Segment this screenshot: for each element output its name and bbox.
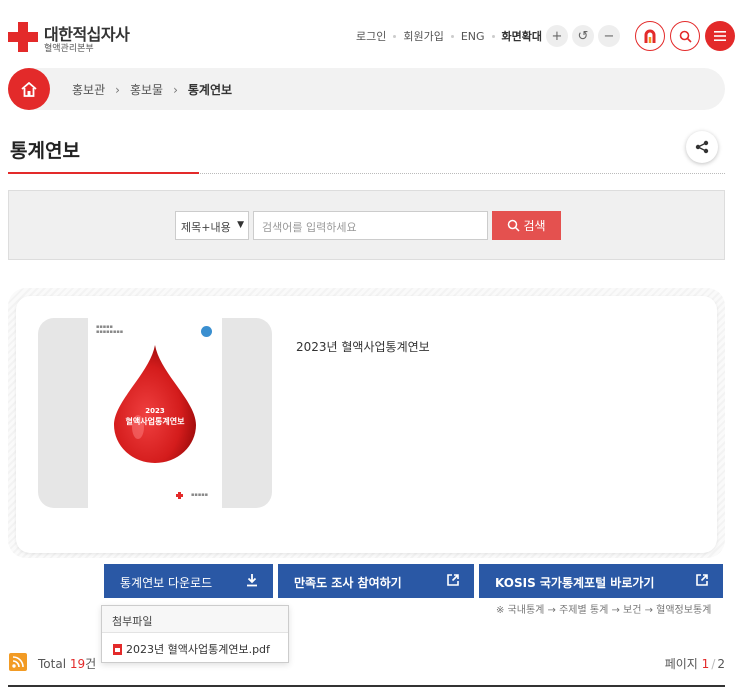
share-icon — [695, 140, 709, 154]
page-indicator: 페이지 1/2 — [665, 655, 725, 672]
search-toggle-button[interactable] — [670, 21, 700, 51]
attachment-dropdown: 첨부파일 2023년 혈액사업통계연보.pdf — [101, 605, 289, 663]
util-separator — [450, 34, 454, 38]
logo-subtitle: 혈액관리본부 — [44, 44, 94, 54]
publication-title[interactable]: 2023년 혈액사업통계연보 — [296, 338, 430, 355]
search-type-value: 제목+내용 — [181, 221, 231, 234]
rss-glyph — [12, 656, 24, 668]
total-unit: 건 — [85, 657, 97, 671]
search-button[interactable]: 검색 — [492, 211, 561, 240]
rss-icon[interactable] — [9, 653, 27, 671]
download-icon — [247, 574, 257, 587]
red-cross-icon — [8, 22, 38, 52]
search-type-select[interactable]: 제목+내용 ▼ — [175, 211, 249, 240]
site-logo[interactable]: 대한적십자사 혈액관리본부 — [8, 20, 138, 54]
english-link[interactable]: ENG — [461, 30, 485, 43]
signup-link[interactable]: 회원가입 — [403, 28, 443, 44]
publication-thumbnail[interactable]: ▪▪▪▪▪ ▪▪▪▪▪▪▪▪ 2023 혈액사업통계연보 ▪▪▪▪▪ — [38, 318, 272, 508]
site-header: 대한적십자사 혈액관리본부 로그인 회원가입 ENG 화면확대 + ↺ − — [0, 0, 743, 68]
blood-drop-icon — [114, 345, 196, 463]
zoom-label: 화면확대 — [501, 30, 542, 43]
total-number: 19 — [69, 657, 86, 671]
list-top-border — [8, 685, 725, 687]
report-cover: ▪▪▪▪▪ ▪▪▪▪▪▪▪▪ 2023 혈액사업통계연보 ▪▪▪▪▪ — [88, 318, 222, 508]
page-title: 통계연보 — [10, 140, 80, 162]
chevron-right-icon: › — [115, 82, 120, 97]
util-separator — [393, 34, 397, 38]
login-link[interactable]: 로그인 — [356, 28, 386, 44]
search-button-label: 검색 — [523, 219, 546, 233]
menu-button[interactable] — [705, 21, 735, 51]
page-separator: / — [711, 657, 716, 671]
utility-nav: 로그인 회원가입 ENG 화면확대 + ↺ − — [356, 21, 735, 51]
cover-footer-text: ▪▪▪▪▪ — [191, 492, 208, 498]
util-separator — [491, 34, 495, 38]
total-label: Total — [38, 657, 67, 671]
survey-button-label: 만족도 조사 참여하기 — [294, 576, 402, 590]
publication-card-frame: ▪▪▪▪▪ ▪▪▪▪▪▪▪▪ 2023 혈액사업통계연보 ▪▪▪▪▪ 2023년… — [8, 288, 725, 558]
share-button[interactable] — [686, 131, 718, 163]
attachment-header: 첨부파일 — [102, 606, 288, 633]
breadcrumb-item[interactable]: 홍보물 — [130, 81, 163, 98]
red-cross-icon — [176, 492, 183, 499]
search-icon — [679, 30, 692, 43]
page-label: 페이지 — [664, 657, 698, 671]
external-link-icon — [447, 574, 459, 586]
zoom-out-button[interactable]: − — [598, 25, 620, 47]
page-total: 2 — [717, 657, 725, 671]
menu-icon — [714, 31, 726, 41]
search-icon — [508, 219, 520, 232]
attachment-file-link[interactable]: 2023년 혈액사업통계연보.pdf — [113, 641, 270, 657]
kosis-path-note: ※ 국내통계 → 주제별 통계 → 보건 → 혈액정보통계 — [496, 605, 712, 616]
home-button[interactable] — [8, 68, 50, 110]
cover-year: 2023 — [145, 407, 165, 415]
emblem-icon — [201, 326, 212, 337]
search-input[interactable]: 검색어를 입력하세요 — [253, 211, 488, 240]
breadcrumb-item[interactable]: 홍보관 — [72, 81, 105, 98]
zoom-reset-button[interactable]: ↺ — [572, 25, 594, 47]
pdf-icon — [113, 643, 122, 655]
chevron-down-icon: ▼ — [237, 220, 244, 230]
total-count: Total 19건 — [38, 655, 96, 672]
publication-card: ▪▪▪▪▪ ▪▪▪▪▪▪▪▪ 2023 혈액사업통계연보 ▪▪▪▪▪ 2023년… — [16, 296, 717, 553]
page-current: 1 — [701, 657, 710, 671]
survey-button[interactable]: 만족도 조사 참여하기 — [278, 564, 474, 598]
kosis-button-label: KOSIS 국가통계포털 바로가기 — [495, 576, 655, 590]
breadcrumb: 홍보관 › 홍보물 › 통계연보 — [8, 68, 725, 110]
campaign-button[interactable] — [635, 21, 665, 51]
title-underline — [8, 172, 199, 174]
attachment-file-name: 2023년 혈액사업통계연보.pdf — [126, 643, 270, 656]
chevron-right-icon: › — [173, 82, 178, 97]
home-icon — [21, 81, 37, 97]
kosis-button[interactable]: KOSIS 국가통계포털 바로가기 — [479, 564, 723, 598]
search-panel: 제목+내용 ▼ 검색어를 입력하세요 검색 — [8, 190, 725, 260]
zoom-in-button[interactable]: + — [546, 25, 568, 47]
breadcrumb-current: 통계연보 — [187, 83, 233, 97]
cover-title: 혈액사업통계연보 — [125, 417, 185, 426]
download-button-label: 통계연보 다운로드 — [120, 576, 213, 590]
external-link-icon — [696, 574, 708, 586]
campaign-icon — [644, 29, 656, 43]
download-button[interactable]: 통계연보 다운로드 — [104, 564, 273, 598]
cover-header-text: ▪▪▪▪▪ ▪▪▪▪▪▪▪▪ — [96, 324, 124, 335]
